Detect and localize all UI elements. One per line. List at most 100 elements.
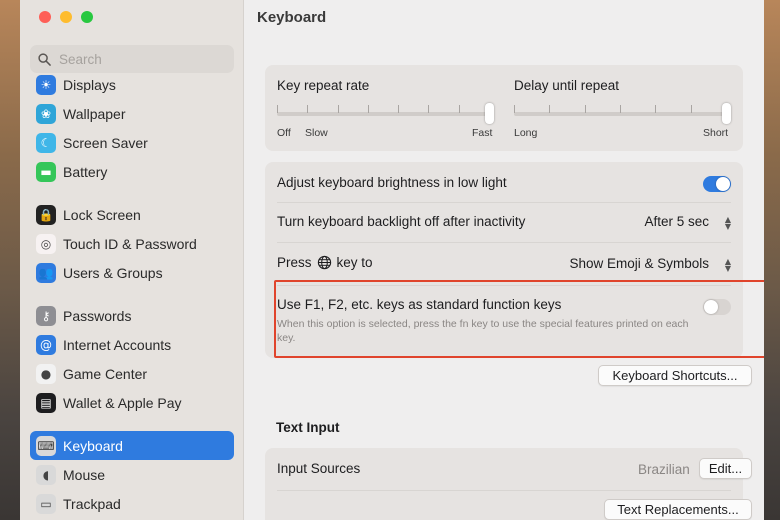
slider-thumb[interactable] xyxy=(485,103,494,124)
delay-long-label: Long xyxy=(514,127,538,139)
press-key-value[interactable]: Show Emoji & Symbols xyxy=(569,256,709,271)
slider-tick xyxy=(514,105,515,113)
slider-tick xyxy=(584,105,586,113)
sidebar-item-label: Users & Groups xyxy=(63,264,163,281)
slider-tick xyxy=(277,105,278,113)
search-icon xyxy=(38,52,51,66)
backlight-value[interactable]: After 5 sec xyxy=(644,214,709,229)
input-sources-label: Input Sources xyxy=(277,461,361,476)
sidebar-item-label: Mouse xyxy=(63,466,106,483)
sidebar-item-battery[interactable]: ▬ Battery xyxy=(30,157,234,186)
slider-tick xyxy=(458,105,460,113)
key-icon: ⚷ xyxy=(36,305,56,326)
slider-track xyxy=(277,112,493,116)
sidebar-item-game-center[interactable]: ● Game Center xyxy=(30,359,234,388)
divider xyxy=(277,490,731,491)
sidebar-item-touch-id-password[interactable]: ◎ Touch ID & Password xyxy=(30,229,234,258)
keyboard-icon: ⌨ xyxy=(36,435,56,456)
fn-keys-highlight-box xyxy=(274,280,764,358)
wallpaper-icon: ❀ xyxy=(36,103,56,124)
slider-track xyxy=(514,112,730,116)
sidebar-item-label: Touch ID & Password xyxy=(63,235,197,252)
page-title: Keyboard xyxy=(257,9,327,26)
key-repeat-fast-label: Fast xyxy=(472,127,493,139)
lock-icon: 🔒 xyxy=(36,204,56,225)
sidebar-item-users-groups[interactable]: 👥 Users & Groups xyxy=(30,258,234,287)
sidebar-item-label: Keyboard xyxy=(63,437,123,454)
backlight-label: Turn keyboard backlight off after inacti… xyxy=(277,214,526,229)
battery-icon: ▬ xyxy=(36,161,56,182)
slider-tick xyxy=(655,105,657,113)
zoom-window-button[interactable] xyxy=(81,11,93,23)
slider-tick xyxy=(690,105,692,113)
sidebar-item-label: Lock Screen xyxy=(63,206,141,223)
key-repeat-slow-label: Slow xyxy=(305,127,328,139)
trackpad-icon: ▭ xyxy=(36,493,56,514)
edit-input-sources-button[interactable]: Edit... xyxy=(699,458,752,479)
press-key-stepper-icon[interactable]: ▲ ▼ xyxy=(722,257,734,273)
sidebar-item-wallet-apple-pay[interactable]: ▤ Wallet & Apple Pay xyxy=(30,388,234,417)
backlight-stepper-icon[interactable]: ▲ ▼ xyxy=(722,215,734,231)
sidebar-item-internet-accounts[interactable]: @ Internet Accounts xyxy=(30,330,234,359)
press-key-suffix: key to xyxy=(336,255,373,270)
fingerprint-icon: ◎ xyxy=(36,233,56,254)
slider-tick xyxy=(337,105,339,113)
slider-tick xyxy=(398,105,400,113)
slider-tick xyxy=(620,105,621,113)
mouse-icon: ◖ xyxy=(36,464,56,485)
screen-saver-icon: ☾ xyxy=(36,132,56,153)
brightness-toggle[interactable] xyxy=(703,176,731,192)
sidebar-item-label: Internet Accounts xyxy=(63,336,172,353)
brightness-label: Adjust keyboard brightness in low light xyxy=(277,175,507,190)
sidebar-item-mouse[interactable]: ◖ Mouse xyxy=(30,460,234,489)
sidebar: Search ☀ Displays ❀ Wallpaper ☾ Screen Saver ▬… xyxy=(20,0,244,520)
divider xyxy=(277,202,731,203)
globe-icon xyxy=(317,255,331,270)
delay-repeat-label: Delay until repeat xyxy=(514,78,620,93)
sidebar-item-label: Wallpaper xyxy=(63,105,126,122)
divider xyxy=(277,242,731,243)
game-center-icon: ● xyxy=(36,363,56,384)
key-repeat-off-label: Off xyxy=(277,127,291,139)
slider-tick xyxy=(428,105,430,113)
repeat-settings-card: Key repeat rate Delay until repeat Off S… xyxy=(265,65,743,151)
sidebar-item-label: Game Center xyxy=(63,365,148,382)
delay-short-label: Short xyxy=(703,127,729,139)
sidebar-item-label: Wallet & Apple Pay xyxy=(63,394,182,411)
text-replacements-button[interactable]: Text Replacements... xyxy=(604,499,752,520)
sidebar-item-wallpaper[interactable]: ❀ Wallpaper xyxy=(30,99,234,128)
slider-tick xyxy=(367,105,369,113)
press-key-label: Press xyxy=(277,255,312,270)
search-placeholder: Search xyxy=(59,51,102,67)
press-key-row: Press key to xyxy=(277,255,373,270)
sidebar-item-label: Passwords xyxy=(63,307,132,324)
sidebar-item-keyboard[interactable]: ⌨ Keyboard xyxy=(30,431,234,460)
sidebar-item-lock-screen[interactable]: 🔒 Lock Screen xyxy=(30,200,234,229)
users-icon: 👥 xyxy=(36,262,56,283)
sidebar-item-trackpad[interactable]: ▭ Trackpad xyxy=(30,489,234,518)
sidebar-nav: ☀ Displays ❀ Wallpaper ☾ Screen Saver ▬ Battery… xyxy=(30,70,234,518)
at-icon: @ xyxy=(36,334,56,355)
sidebar-item-passwords[interactable]: ⚷ Passwords xyxy=(30,301,234,330)
toggle-knob xyxy=(716,177,730,191)
sidebar-item-label: Battery xyxy=(63,163,108,180)
keyboard-shortcuts-button[interactable]: Keyboard Shortcuts... xyxy=(598,365,752,386)
slider-thumb[interactable] xyxy=(722,103,731,124)
sidebar-item-screen-saver[interactable]: ☾ Screen Saver xyxy=(30,128,234,157)
close-window-button[interactable] xyxy=(39,11,51,23)
sidebar-item-label: Trackpad xyxy=(63,495,121,512)
displays-icon: ☀ xyxy=(36,74,56,95)
input-sources-value: Brazilian xyxy=(638,462,690,477)
sidebar-item-label: Displays xyxy=(63,76,116,93)
minimize-window-button[interactable] xyxy=(60,11,72,23)
search-field[interactable]: Search xyxy=(30,45,234,73)
key-repeat-label: Key repeat rate xyxy=(277,78,370,93)
keyboard-pane: Keyboard Key repeat rate Delay until rep… xyxy=(245,0,764,520)
sidebar-item-label: Screen Saver xyxy=(63,134,148,151)
system-settings-window: Search ☀ Displays ❀ Wallpaper ☾ Screen Saver ▬… xyxy=(20,0,764,520)
slider-tick xyxy=(307,105,309,113)
sidebar-item-displays[interactable]: ☀ Displays xyxy=(30,70,234,99)
